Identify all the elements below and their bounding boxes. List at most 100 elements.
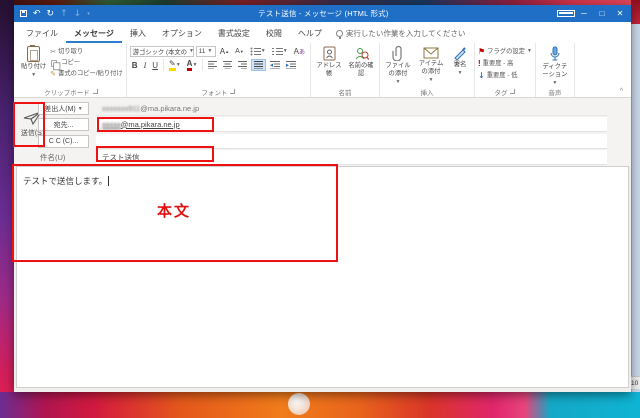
subject-value: テスト送信 <box>102 152 140 163</box>
tab-help[interactable]: ヘルプ <box>290 25 330 43</box>
body-text: テストで送信します。 <box>23 175 109 187</box>
minimize-icon[interactable]: ─ <box>575 5 593 22</box>
to-address-domain: @ma.pikara.ne.jp <box>121 120 180 129</box>
group-names: アドレス帳 名前の確認 名前 <box>311 43 380 97</box>
low-importance-button[interactable]: ↓ 重要度 - 低 <box>478 70 532 81</box>
microphone-icon <box>549 46 561 62</box>
ribbon-tab-row: ファイル メッセージ 挿入 オプション 書式設定 校閲 ヘルプ 実行したい作業を… <box>14 22 631 43</box>
dialog-launcher-icon[interactable] <box>93 89 98 94</box>
tab-review[interactable]: 校閲 <box>258 25 290 43</box>
decrease-indent-icon <box>270 61 280 69</box>
ribbon: 貼り付け ▼ ✂ 切り取り コピー ✎ <box>14 43 631 98</box>
align-left-button[interactable] <box>206 59 219 71</box>
paste-label: 貼り付け <box>21 63 46 71</box>
align-center-button[interactable] <box>221 59 234 71</box>
cut-button[interactable]: ✂ 切り取り <box>50 47 123 57</box>
voice-group-label: 音声 <box>548 87 561 97</box>
high-importance-button[interactable]: ! 重要度 - 高 <box>478 58 532 69</box>
to-button[interactable]: 宛先... <box>38 118 89 131</box>
paste-button[interactable]: 貼り付け ▼ <box>19 45 48 79</box>
paperclip-icon <box>392 46 404 61</box>
redo-icon[interactable]: ↻ <box>47 9 55 19</box>
clipboard-group-label: クリップボード <box>44 87 90 97</box>
from-field[interactable]: xxxxxxx911@ma.pikara.ne.jp <box>96 101 607 116</box>
group-include: ファイルの添付 ▼ アイテムの添付 ▼ 署名 ▼ 挿入 <box>380 43 475 97</box>
align-right-button[interactable] <box>236 59 249 71</box>
justify-button[interactable] <box>251 59 266 71</box>
phonetic-icon: あ <box>299 47 305 56</box>
italic-button[interactable]: I <box>142 59 149 71</box>
highlighter-icon: ✎ <box>169 60 176 71</box>
undo-icon[interactable]: ↶ <box>33 9 41 19</box>
cc-field[interactable] <box>96 134 607 149</box>
wallpaper-left <box>0 0 14 418</box>
phonetic-guide-button[interactable]: Aあ <box>292 45 307 57</box>
tab-insert[interactable]: 挿入 <box>122 25 154 43</box>
numbering-button[interactable]: ▼ <box>270 45 290 57</box>
check-names-button[interactable]: 名前の確認 <box>346 45 376 79</box>
format-painter-icon: ✎ <box>50 69 56 79</box>
increase-indent-icon <box>286 61 296 69</box>
chevron-down-icon: ▼ <box>78 106 83 112</box>
from-button[interactable]: 差出人(M) ▼ <box>38 102 89 115</box>
increase-indent-button[interactable] <box>284 59 298 71</box>
align-left-icon <box>208 61 217 69</box>
attach-item-button[interactable]: アイテムの添付 ▼ <box>415 45 447 84</box>
chevron-down-icon: ▼ <box>396 79 401 85</box>
subject-field[interactable]: テスト送信 <box>96 150 607 165</box>
address-book-button[interactable]: アドレス帳 <box>314 45 344 79</box>
close-icon[interactable]: ✕ <box>611 5 629 22</box>
shrink-font-button[interactable]: A▼ <box>233 45 246 57</box>
decrease-indent-button[interactable] <box>268 59 282 71</box>
dictate-button[interactable]: ディクテーション ▼ <box>539 45 571 87</box>
collapse-ribbon-icon[interactable]: ^ <box>620 88 623 95</box>
group-tags: ⚑ フラグの設定 ▼ ! 重要度 - 高 ↓ 重要度 - 低 <box>475 43 536 97</box>
font-size-combo[interactable]: 11▼ <box>196 46 216 57</box>
scissors-icon: ✂ <box>50 47 56 57</box>
justify-icon <box>254 61 263 69</box>
tab-options[interactable]: オプション <box>154 25 210 43</box>
signature-button[interactable]: 署名 ▼ <box>449 45 471 77</box>
exclamation-icon: ! <box>478 58 481 69</box>
tab-message[interactable]: メッセージ <box>66 25 122 43</box>
titlebar[interactable]: ↶ ↻ ↑ ↓ ▾ テスト送信 - メッセージ (HTML 形式) ─ □ ✕ <box>14 5 631 22</box>
group-font: 游ゴシック (本文の▼ 11▼ A▲ A▼ ▼ <box>127 43 311 97</box>
underline-button[interactable]: U <box>150 59 160 71</box>
check-names-icon <box>354 46 369 61</box>
font-name-combo[interactable]: 游ゴシック (本文の▼ <box>130 46 194 57</box>
desktop: 10 ↶ ↻ ↑ ↓ ▾ テスト送信 - メッセージ (HTML 形式) ─ □… <box>0 0 640 418</box>
copy-icon <box>51 60 57 66</box>
dialog-launcher-icon[interactable] <box>230 89 235 94</box>
tab-file[interactable]: ファイル <box>18 25 66 43</box>
format-painter-button[interactable]: ✎ 書式のコピー/貼り付け <box>50 69 123 79</box>
bold-button[interactable]: B <box>130 59 140 71</box>
window-title: テスト送信 - メッセージ (HTML 形式) <box>90 8 557 19</box>
tags-group-label: タグ <box>494 87 507 97</box>
copy-button[interactable]: コピー <box>50 58 123 68</box>
chevron-down-icon: ▼ <box>31 72 36 78</box>
tell-me-box[interactable]: 実行したい作業を入力してください <box>330 28 472 43</box>
wallpaper-right <box>631 0 640 24</box>
from-address-domain: @ma.pikara.ne.jp <box>140 104 199 113</box>
message-body[interactable]: テストで送信します。 <box>16 166 629 388</box>
highlight-button[interactable]: ✎▼ <box>167 59 183 71</box>
tab-format-text[interactable]: 書式設定 <box>210 25 258 43</box>
font-color-button[interactable]: A▼ <box>185 59 200 71</box>
wallpaper-bottom <box>0 392 640 418</box>
dialog-launcher-icon[interactable] <box>510 89 515 94</box>
group-voice: ディクテーション ▼ 音声 <box>536 43 575 97</box>
subject-label: 件名(U) <box>40 152 65 163</box>
cc-button[interactable]: C C (C)... <box>38 135 89 148</box>
maximize-icon[interactable]: □ <box>593 5 611 22</box>
ribbon-display-options-icon[interactable] <box>557 5 575 22</box>
to-field[interactable]: xxxxx@ma.pikara.ne.jp <box>96 117 607 132</box>
chevron-down-icon: ▼ <box>458 70 463 76</box>
attach-file-button[interactable]: ファイルの添付 ▼ <box>383 45 413 86</box>
bullets-button[interactable]: ▼ <box>248 45 268 57</box>
save-icon[interactable] <box>20 10 27 17</box>
grow-font-button[interactable]: A▲ <box>218 45 231 57</box>
down-arrow-icon[interactable]: ↓ <box>74 9 82 19</box>
follow-up-button[interactable]: ⚑ フラグの設定 ▼ <box>478 46 532 57</box>
compose-window: ↶ ↻ ↑ ↓ ▾ テスト送信 - メッセージ (HTML 形式) ─ □ ✕ … <box>14 5 631 392</box>
up-arrow-icon[interactable]: ↑ <box>60 9 68 19</box>
